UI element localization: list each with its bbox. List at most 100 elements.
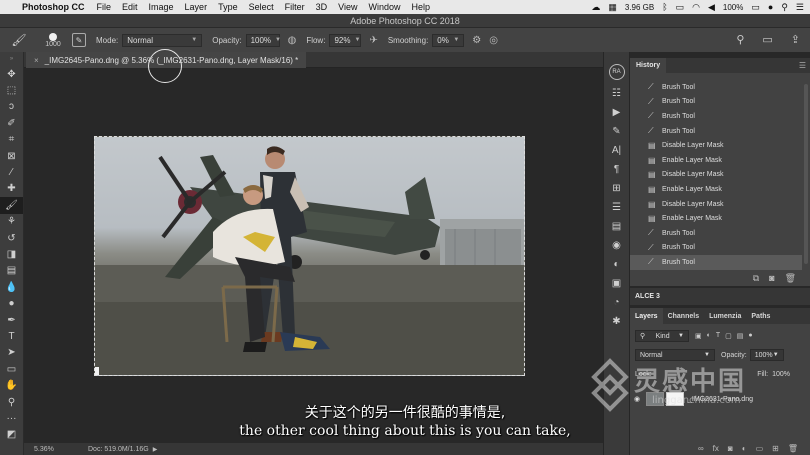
opacity-field[interactable]: 100% ▼: [245, 33, 281, 47]
rectangle-tool-icon[interactable]: ▭: [0, 361, 23, 377]
group-folder-icon[interactable]: ▭: [756, 444, 764, 453]
trash-icon[interactable]: 🗑: [785, 273, 796, 284]
history-item[interactable]: ▤ Enable Layer Mask: [630, 153, 802, 168]
share-icon[interactable]: ⇪: [791, 33, 800, 46]
settings-panel-icon[interactable]: ✱: [604, 312, 629, 331]
history-item[interactable]: ▤ Enable Layer Mask: [630, 211, 802, 226]
adjustments-panel-icon[interactable]: ☰: [604, 198, 629, 217]
panel-menu-icon[interactable]: ☰: [799, 61, 806, 70]
character-panel-icon[interactable]: A|: [604, 141, 629, 160]
crop-tool-icon[interactable]: ⌗: [0, 132, 23, 148]
properties-panel-icon[interactable]: ⊞: [604, 179, 629, 198]
menu-type[interactable]: Type: [218, 2, 238, 12]
pen-tool-icon[interactable]: ✒: [0, 312, 23, 328]
swatches-panel-icon[interactable]: ◐: [604, 255, 629, 274]
dodge-tool-icon[interactable]: ●: [0, 295, 23, 311]
history-item[interactable]: ▤ Enable Layer Mask: [630, 182, 802, 197]
pixel-filter-icon[interactable]: ▣: [695, 332, 702, 340]
brush-tool-icon[interactable]: 🖌: [0, 197, 23, 214]
quick-select-tool-icon[interactable]: ✐: [0, 115, 23, 131]
user-icon[interactable]: ●: [768, 2, 773, 12]
history-item[interactable]: ⟋ Brush Tool: [630, 109, 802, 124]
volume-icon[interactable]: ◀: [708, 2, 715, 13]
filter-toggle-icon[interactable]: ●: [748, 332, 752, 340]
tools-collapse-icon[interactable]: »: [0, 52, 23, 66]
history-item[interactable]: ▤ Disable Layer Mask: [630, 168, 802, 183]
path-selection-tool-icon[interactable]: ➤: [0, 345, 23, 361]
document-canvas-image[interactable]: [94, 136, 525, 376]
airplay-icon[interactable]: ▭: [676, 2, 685, 13]
history-item-active[interactable]: ⟋ Brush Tool: [630, 255, 802, 270]
styles-panel-icon[interactable]: ◉: [604, 236, 629, 255]
history-scrollbar[interactable]: [804, 84, 808, 264]
brush-tool-preset-icon[interactable]: 🖌: [6, 30, 32, 50]
hand-tool-icon[interactable]: ✋: [0, 377, 23, 393]
camera-snapshot-icon[interactable]: ◙: [769, 273, 774, 283]
battery-percent[interactable]: 100%: [723, 3, 743, 12]
adjustment-filter-icon[interactable]: ◐: [707, 332, 711, 340]
blur-tool-icon[interactable]: 💧: [0, 279, 23, 295]
memory-readout[interactable]: 3.96 GB: [625, 3, 654, 12]
wifi-icon[interactable]: ◠: [692, 2, 700, 13]
smoothing-field[interactable]: 0% ▼: [432, 33, 465, 47]
add-mask-icon[interactable]: ◙: [728, 444, 733, 453]
menu-window[interactable]: Window: [368, 2, 400, 12]
spotlight-icon[interactable]: ⚲: [781, 2, 788, 13]
history-panel-icon[interactable]: ☷: [604, 84, 629, 103]
type-filter-icon[interactable]: T: [716, 332, 720, 340]
avatar[interactable]: RA: [608, 64, 625, 80]
zoom-level[interactable]: 5.36%: [34, 446, 78, 453]
menu-3d[interactable]: 3D: [316, 2, 328, 12]
history-item[interactable]: ⟋ Brush Tool: [630, 226, 802, 241]
history-tab[interactable]: History: [630, 58, 667, 73]
smoothing-settings-gear-icon[interactable]: ⚙: [472, 35, 481, 46]
eyedropper-tool-icon[interactable]: ⁄: [0, 164, 23, 180]
menu-filter[interactable]: Filter: [285, 2, 305, 12]
history-item[interactable]: ⟋ Brush Tool: [630, 80, 802, 95]
link-layers-icon[interactable]: ∞: [698, 444, 704, 453]
layer-filter-kind-select[interactable]: ⚲ Kind ▼: [635, 330, 689, 342]
menu-help[interactable]: Help: [411, 2, 430, 12]
paragraph-panel-icon[interactable]: ¶: [604, 160, 629, 179]
menu-image[interactable]: Image: [149, 2, 174, 12]
marquee-tool-icon[interactable]: ⬚: [0, 82, 23, 98]
ram-icon[interactable]: ▦: [608, 2, 617, 13]
lasso-tool-icon[interactable]: ↄ: [0, 99, 23, 115]
app-name-menu[interactable]: Photoshop CC: [22, 2, 85, 12]
chevron-right-icon[interactable]: ▶: [153, 446, 158, 453]
menu-file[interactable]: File: [97, 2, 112, 12]
eraser-tool-icon[interactable]: ◨: [0, 246, 23, 262]
doc-size[interactable]: Doc: 519.0M/1.16G: [88, 446, 149, 453]
workspace-icon[interactable]: ▭: [762, 33, 772, 46]
shape-filter-icon[interactable]: ▢: [725, 332, 732, 340]
type-tool-icon[interactable]: T: [0, 328, 23, 344]
tab-paths[interactable]: Paths: [746, 308, 775, 324]
libraries-panel-icon[interactable]: ▤: [604, 217, 629, 236]
menu-view[interactable]: View: [338, 2, 357, 12]
tab-layers[interactable]: Layers: [630, 308, 663, 324]
close-icon[interactable]: ×: [34, 56, 39, 65]
notification-icon[interactable]: ☰: [796, 2, 804, 13]
history-brush-tool-icon[interactable]: ↺: [0, 230, 23, 246]
menu-layer[interactable]: Layer: [185, 2, 208, 12]
tab-channels[interactable]: Channels: [663, 308, 705, 324]
brush-preset-picker[interactable]: 1000: [38, 29, 68, 51]
flow-field[interactable]: 92% ▼: [329, 33, 362, 47]
mode-select[interactable]: Normal ▼: [122, 33, 203, 47]
new-document-from-state-icon[interactable]: ⧉: [753, 273, 759, 284]
history-item[interactable]: ▤ Disable Layer Mask: [630, 138, 802, 153]
fx-icon[interactable]: fx: [713, 444, 719, 453]
glyphs-panel-icon[interactable]: ▣: [604, 274, 629, 293]
brush-settings-icon[interactable]: ✎: [72, 33, 86, 47]
healing-brush-tool-icon[interactable]: ✚: [0, 181, 23, 197]
history-item[interactable]: ⟋ Brush Tool: [630, 95, 802, 110]
color-panel-icon[interactable]: ◔: [604, 293, 629, 312]
tab-lumenzia[interactable]: Lumenzia: [704, 308, 746, 324]
history-item[interactable]: ⟋ Brush Tool: [630, 241, 802, 256]
bluetooth-icon[interactable]: ᛒ: [662, 2, 667, 12]
menu-select[interactable]: Select: [249, 2, 274, 12]
alce-title[interactable]: ALCE 3: [630, 293, 665, 300]
pressure-size-icon[interactable]: ◎: [489, 35, 498, 46]
battery-icon[interactable]: ▭: [751, 2, 760, 13]
airbrush-icon[interactable]: ✈: [369, 35, 377, 46]
